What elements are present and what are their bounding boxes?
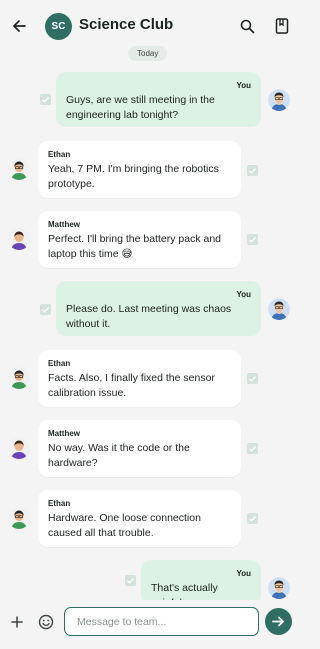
message-sender: You (236, 81, 251, 90)
top-bar: SC Science Club (0, 0, 300, 52)
matthew-avatar (8, 228, 30, 250)
read-receipt-icon (247, 513, 258, 524)
ethan-avatar (8, 507, 30, 529)
search-icon[interactable] (237, 16, 257, 36)
read-receipt-icon (247, 373, 258, 384)
message-text: Guys, are we still meeting in the engine… (66, 94, 215, 121)
message-sender: You (236, 569, 251, 578)
message-sender: You (236, 290, 251, 299)
read-receipt-icon (40, 94, 51, 105)
message-sender: Ethan (48, 150, 71, 159)
read-receipt-icon (247, 443, 258, 454)
message-bubble-incoming[interactable]: Ethan Hardware. One loose connection cau… (38, 490, 241, 547)
message-sender: Matthew (48, 220, 80, 229)
message-bubble-incoming[interactable]: Ethan Facts. Also, I finally fixed the s… (38, 350, 241, 407)
user-avatar (268, 89, 290, 111)
message-composer (0, 600, 300, 649)
date-separator: Today (128, 46, 168, 61)
read-receipt-icon (40, 304, 51, 315)
arrow-left-icon[interactable] (9, 16, 29, 36)
matthew-avatar (8, 437, 30, 459)
message-sender: Ethan (48, 359, 71, 368)
chat-title[interactable]: Science Club (79, 16, 173, 33)
user-avatar (268, 577, 290, 599)
message-sender: Ethan (48, 499, 71, 508)
message-sender: Matthew (48, 429, 80, 438)
user-avatar (268, 298, 290, 320)
emoji-icon[interactable] (38, 614, 54, 630)
message-bubble-incoming[interactable]: Matthew Perfect. I'll bring the battery … (38, 211, 241, 268)
group-avatar[interactable]: SC (45, 13, 72, 40)
message-text: No way. Was it the code or the hardware? (48, 442, 190, 469)
message-bubble-outgoing[interactable]: You Guys, are we still meeting in the en… (56, 72, 261, 127)
message-text: Hardware. One loose connection caused al… (48, 512, 201, 539)
message-bubble-incoming[interactable]: Ethan Yeah, 7 PM. I'm bringing the robot… (38, 141, 241, 198)
message-text: Please do. Last meeting was chaos withou… (66, 303, 232, 330)
ethan-avatar (8, 158, 30, 180)
message-input[interactable] (64, 607, 259, 636)
plus-icon[interactable] (10, 615, 24, 629)
read-receipt-icon (247, 165, 258, 176)
read-receipt-icon (247, 234, 258, 245)
message-bubble-outgoing[interactable]: You That's actually painful. (141, 560, 261, 609)
ethan-avatar (8, 367, 30, 389)
read-receipt-icon (125, 575, 136, 586)
message-bubble-outgoing[interactable]: You Please do. Last meeting was chaos wi… (56, 281, 261, 336)
send-icon (272, 616, 284, 627)
send-button[interactable] (265, 608, 292, 635)
message-text: Yeah, 7 PM. I'm bringing the robotics pr… (48, 163, 219, 190)
message-text: Facts. Also, I finally fixed the sensor … (48, 372, 215, 399)
book-icon[interactable] (272, 16, 292, 36)
message-text: Perfect. I'll bring the battery pack and… (48, 233, 222, 260)
message-bubble-incoming[interactable]: Matthew No way. Was it the code or the h… (38, 420, 241, 477)
